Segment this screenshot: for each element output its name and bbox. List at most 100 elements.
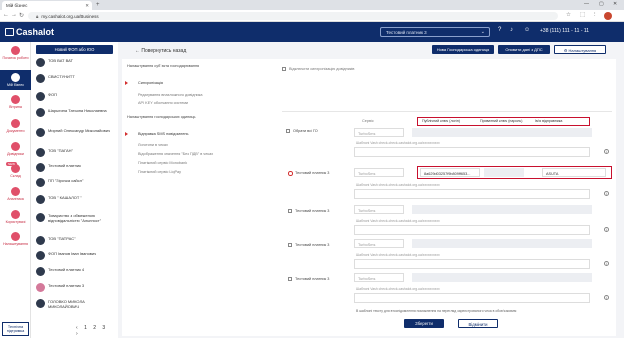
next-page-icon[interactable]: ›: [76, 331, 78, 337]
close-window-icon[interactable]: ✕: [613, 1, 617, 7]
back-link[interactable]: ← Повернутись назад: [135, 48, 186, 54]
info-icon[interactable]: i: [604, 149, 609, 154]
company-item[interactable]: ТОВ ВАТ ВАТ: [34, 56, 118, 71]
user-icon[interactable]: ☺: [524, 27, 530, 33]
service-select[interactable]: TurboSms: [354, 168, 404, 177]
company-item[interactable]: ГОЛОВКО МИКОЛА МИКОЛАЙОВИЧ: [34, 297, 118, 315]
app-header: Cashalot Тестовий платник 3 ⌄ ? ♪ ☺ +38 …: [0, 22, 624, 42]
extensions-icon[interactable]: ⬚: [580, 12, 585, 18]
company-item[interactable]: Тестовий платник: [34, 161, 118, 176]
nav-users[interactable]: Користувачі: [0, 210, 31, 230]
nav-settings[interactable]: Налаштування: [0, 232, 31, 252]
service-select[interactable]: TurboSms: [354, 273, 404, 282]
company-item[interactable]: Тестовий платник 3: [34, 281, 118, 296]
nav-analytics[interactable]: Аналітика: [0, 187, 31, 207]
page-2[interactable]: 2: [93, 325, 96, 331]
company-item[interactable]: Шарыгина Татьяна Николаевна: [34, 106, 118, 121]
company-search-select[interactable]: Тестовий платник 3 ⌄: [380, 27, 490, 37]
info-icon[interactable]: i: [604, 191, 609, 196]
url-input[interactable]: 🔒︎ my.cashalot.org.ua/Business: [28, 12, 558, 20]
new-tab-icon[interactable]: +: [96, 2, 100, 8]
template-input[interactable]: [354, 259, 590, 269]
unit-radio[interactable]: [288, 171, 293, 176]
nav-directories[interactable]: Довідники: [0, 142, 31, 162]
book-icon: [11, 142, 20, 151]
sync-label[interactable]: Синхронізація: [138, 81, 163, 85]
minimize-icon[interactable]: —: [584, 1, 589, 7]
bookmark-star-icon[interactable]: ☆: [566, 12, 571, 18]
company-item[interactable]: СВИСТУНИТТ: [34, 72, 118, 87]
help-icon[interactable]: ?: [498, 27, 501, 33]
close-tab-icon[interactable]: ✕: [85, 3, 89, 9]
tech-support-button[interactable]: Технічна підтримка: [2, 322, 29, 336]
browser-tab[interactable]: Мій бізнес ✕: [2, 1, 92, 10]
new-company-button[interactable]: Новий ФОП або ЮО: [36, 45, 113, 54]
unit-checkbox[interactable]: [288, 243, 292, 247]
template-input[interactable]: [354, 225, 590, 235]
new-unit-button[interactable]: Нова Господарська одиниця: [432, 45, 494, 54]
nav-documents[interactable]: Документи: [0, 119, 31, 139]
company-item[interactable]: Тестовий платник 4: [34, 265, 118, 280]
sms-option[interactable]: Логотипи в чеках: [138, 143, 168, 147]
company-item[interactable]: ФОП Іванов Іван Іванович: [34, 249, 118, 264]
nav-warehouse[interactable]: NEW Склад: [0, 162, 31, 184]
nav-start[interactable]: Початок роботи: [0, 46, 31, 68]
sync-option[interactable]: API KEY оболчання системи: [138, 101, 188, 105]
company-item[interactable]: Товариство з обмеженою відповідальністю …: [34, 211, 118, 231]
save-button[interactable]: Зберегти: [404, 319, 444, 328]
row-fields: [412, 205, 592, 214]
private-key-input[interactable]: [484, 168, 524, 177]
template-input[interactable]: [354, 189, 590, 199]
company-avatar: [36, 251, 45, 260]
forward-arrow-icon[interactable]: →: [11, 12, 17, 18]
nav-showcase[interactable]: Вітрина: [0, 95, 31, 115]
sms-option[interactable]: Платіжний сервіс Monobank: [138, 161, 187, 165]
settings-button[interactable]: ⚙ Налаштування: [554, 45, 606, 54]
box-icon: NEW: [6, 162, 20, 173]
flag-icon: [11, 46, 20, 55]
select-all-checkbox[interactable]: [286, 129, 290, 133]
back-arrow-icon[interactable]: ←: [3, 12, 9, 18]
profile-avatar[interactable]: [604, 12, 612, 20]
company-avatar: [36, 267, 45, 276]
sms-label[interactable]: Відправка SMS повідомлень: [138, 132, 188, 136]
sync-option[interactable]: Редагування впаєложного довідника: [138, 93, 203, 97]
browser-tabbar: Мій бізнес ✕ + — ▢ ✕: [0, 0, 624, 10]
company-item[interactable]: ПП "Зірочка сайсл": [34, 176, 118, 191]
service-select[interactable]: TurboSms: [354, 128, 404, 137]
unit-checkbox[interactable]: [288, 277, 292, 281]
page-3[interactable]: 3: [102, 325, 105, 331]
template-hint: Шаблоні Vash check-check-cashalot.org.ua…: [356, 253, 440, 257]
sender-input[interactable]: ASUTA: [542, 168, 606, 177]
unit-checkbox[interactable]: [288, 209, 292, 213]
company-item[interactable]: ТОВ " КАШАЛОТ ": [34, 193, 118, 208]
info-icon[interactable]: i: [604, 295, 609, 300]
url-text: my.cashalot.org.ua/Business: [41, 13, 99, 19]
nav-my-business[interactable]: Мій бізнес: [0, 70, 31, 90]
company-item[interactable]: ТОВ "ПАГАН": [34, 146, 118, 161]
company-avatar: [36, 74, 45, 83]
info-icon[interactable]: i: [604, 261, 609, 266]
page-1[interactable]: 1: [84, 325, 87, 331]
app-logo[interactable]: Cashalot: [5, 27, 54, 37]
sms-option[interactable]: Відображення значення "Без ПДВ" в чеках: [138, 152, 213, 156]
side-navigation: Початок роботи Мій бізнес Вітрина Докуме…: [0, 42, 31, 338]
disable-sync-checkbox[interactable]: [282, 67, 286, 71]
public-key-input[interactable]: 8a629d03257f9b809ff653...: [420, 168, 480, 177]
menu-icon[interactable]: ⋮: [592, 12, 598, 18]
service-select[interactable]: TurboSms: [354, 239, 404, 248]
cancel-button[interactable]: Відмінити: [458, 319, 498, 328]
maximize-icon[interactable]: ▢: [599, 1, 604, 7]
company-item[interactable]: ФОП: [34, 90, 118, 105]
sms-option[interactable]: Платіжний сервіс LiqPay: [138, 170, 181, 174]
company-item[interactable]: Мирний Олександр Миколайович: [34, 126, 118, 141]
service-select[interactable]: TurboSms: [354, 205, 404, 214]
template-input[interactable]: [354, 293, 590, 303]
template-input[interactable]: [354, 147, 590, 157]
reload-icon[interactable]: ↻: [19, 12, 24, 19]
tab-title: Мій бізнес: [6, 3, 28, 8]
notification-bell-icon[interactable]: ♪: [510, 27, 513, 33]
info-icon[interactable]: i: [604, 227, 609, 232]
company-item[interactable]: ТОВ "ПАТРАС": [34, 234, 118, 249]
update-dps-button[interactable]: Оновити дані з ДПС: [498, 45, 550, 54]
